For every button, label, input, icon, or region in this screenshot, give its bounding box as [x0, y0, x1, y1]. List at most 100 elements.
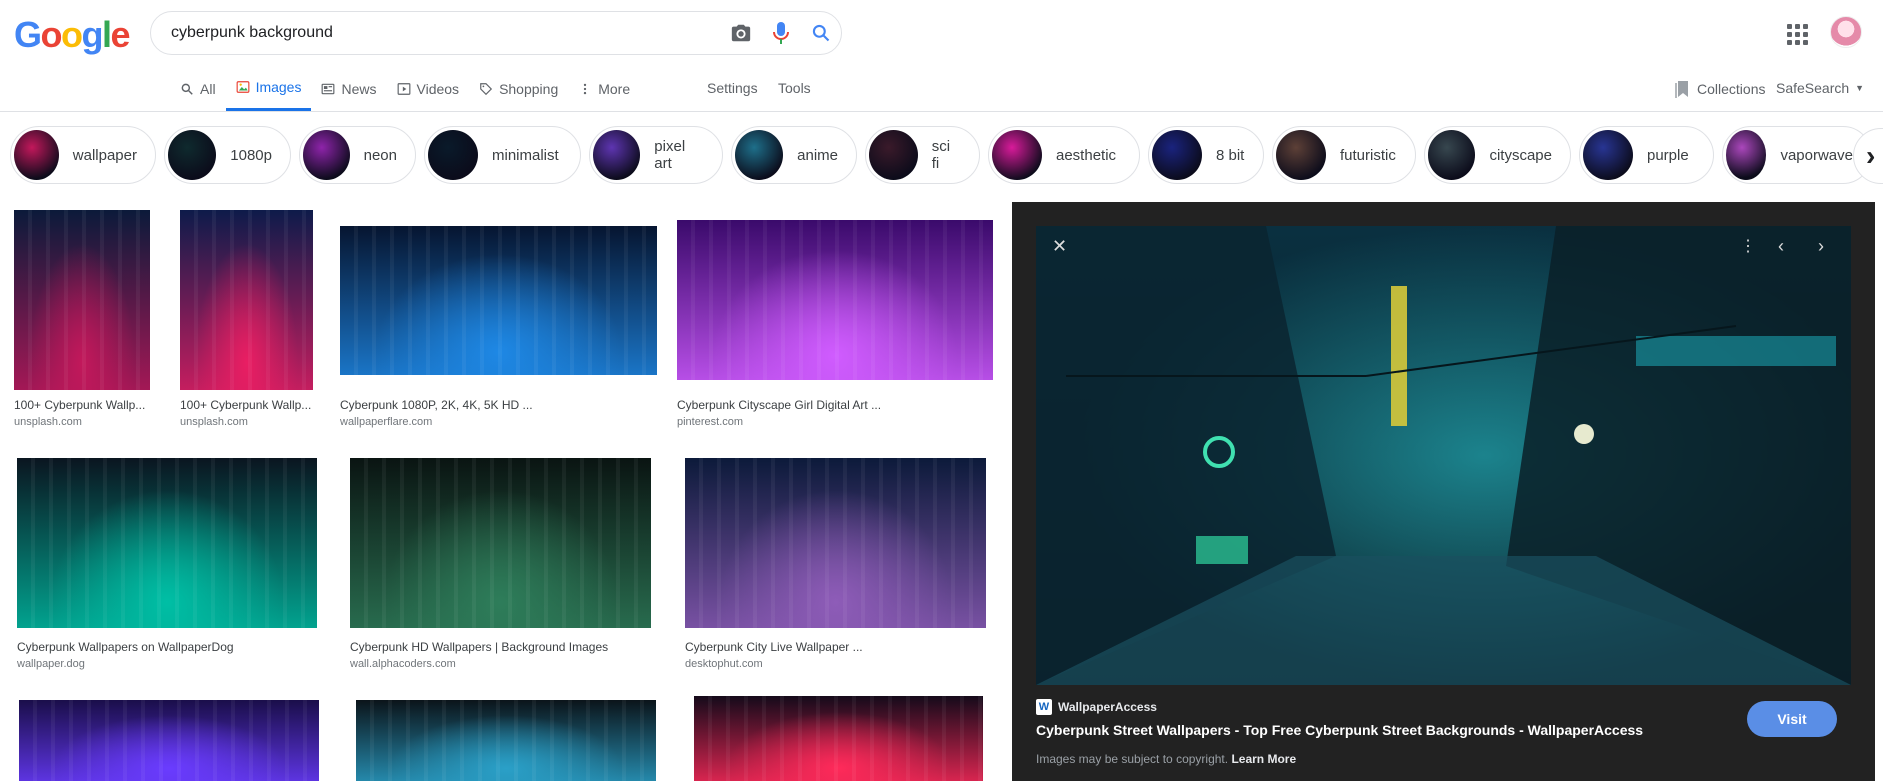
result-image[interactable]	[180, 210, 313, 390]
chip-vaporwave[interactable]: vaporwave	[1722, 126, 1872, 184]
chip-label: wallpaper	[72, 146, 137, 164]
result-title[interactable]: Cyberpunk City Live Wallpaper ...	[685, 640, 863, 654]
chip-purple[interactable]: purple	[1579, 126, 1714, 184]
logo-letter: o	[61, 14, 83, 55]
news-icon	[321, 82, 335, 96]
result-title[interactable]: Cyberpunk 1080P, 2K, 4K, 5K HD ...	[340, 398, 533, 412]
tab-label: Shopping	[499, 80, 559, 97]
chip-anime[interactable]: anime	[731, 126, 857, 184]
chevron-right-icon: ›	[1866, 140, 1876, 171]
chip-thumbnail	[14, 130, 59, 180]
google-logo[interactable]: Google	[14, 14, 131, 56]
chip-thumbnail	[992, 130, 1042, 180]
result-image[interactable]	[694, 696, 983, 781]
copyright-notice: Images may be subject to copyright. Lear…	[1036, 752, 1296, 766]
safesearch-label: SafeSearch	[1776, 80, 1850, 96]
chip-neon[interactable]: neon	[299, 126, 416, 184]
chip-futuristic[interactable]: futuristic	[1272, 126, 1416, 184]
result-title[interactable]: 100+ Cyberpunk Wallp...	[14, 398, 145, 412]
tools-link[interactable]: Tools	[778, 80, 811, 96]
result-image[interactable]	[356, 700, 656, 781]
caret-down-icon: ▼	[1855, 83, 1865, 93]
collections-link[interactable]: Collections	[1675, 80, 1765, 98]
site-name: WallpaperAccess	[1058, 700, 1157, 714]
camera-icon[interactable]	[721, 13, 761, 53]
chip-pixel-art[interactable]: pixel art	[589, 126, 723, 184]
tag-icon	[479, 82, 493, 96]
tab-all[interactable]: All	[170, 78, 226, 111]
copyright-text: Images may be subject to copyright.	[1036, 752, 1229, 766]
result-image[interactable]	[350, 458, 651, 628]
result-image[interactable]	[17, 458, 317, 628]
chip-label: cityscape	[1489, 146, 1552, 164]
preview-title[interactable]: Cyberpunk Street Wallpapers - Top Free C…	[1036, 722, 1643, 738]
search-box[interactable]: cyberpunk background	[150, 11, 842, 55]
search-input[interactable]: cyberpunk background	[171, 24, 721, 42]
tab-label: Images	[255, 79, 302, 95]
chip-thumbnail	[1276, 130, 1326, 180]
visit-button[interactable]: Visit	[1747, 701, 1837, 737]
tab-label: More	[598, 80, 631, 97]
microphone-icon[interactable]	[761, 13, 801, 53]
image-icon	[236, 80, 250, 94]
tab-shopping[interactable]: Shopping	[469, 78, 568, 111]
result-title[interactable]: 100+ Cyberpunk Wallp...	[180, 398, 311, 412]
tab-videos[interactable]: Videos	[387, 78, 470, 111]
chip-label: pixel art	[654, 138, 686, 172]
tab-images[interactable]: Images	[225, 78, 312, 111]
tab-label: All	[200, 80, 216, 97]
tab-more[interactable]: More	[568, 78, 640, 111]
chip-sci-fi[interactable]: sci fi	[865, 126, 980, 184]
settings-link[interactable]: Settings	[707, 80, 758, 96]
result-source: wallpaper.dog	[17, 658, 85, 670]
tab-label: Videos	[416, 80, 460, 97]
chip-thumbnail	[735, 130, 784, 180]
chip-minimalist[interactable]: minimalist	[424, 126, 581, 184]
result-image[interactable]	[19, 700, 319, 781]
search-icon	[180, 82, 194, 96]
logo-letter: e	[110, 14, 131, 55]
chip-label: 8 bit	[1216, 146, 1245, 164]
learn-more-link[interactable]: Learn More	[1231, 752, 1296, 766]
safesearch-menu[interactable]: SafeSearch ▼	[1776, 80, 1864, 96]
tab-news[interactable]: News	[311, 78, 386, 111]
chip-1080p[interactable]: 1080p	[164, 126, 291, 184]
chevron-right-icon[interactable]: ›	[1818, 236, 1824, 257]
result-image[interactable]	[14, 210, 150, 390]
result-image[interactable]	[677, 220, 993, 380]
more-vert-icon[interactable]: ⋮	[1740, 236, 1756, 256]
chip-8-bit[interactable]: 8 bit	[1148, 126, 1264, 184]
header: Google cyberpunk background All Images New…	[0, 0, 1883, 112]
result-image[interactable]	[685, 458, 986, 628]
chip-label: minimalist	[492, 146, 559, 164]
chip-aesthetic[interactable]: aesthetic	[988, 126, 1140, 184]
result-title[interactable]: Cyberpunk Cityscape Girl Digital Art ...	[677, 398, 881, 412]
site-favicon: W	[1036, 699, 1052, 715]
chip-wallpaper[interactable]: wallpaper	[10, 126, 156, 184]
chip-thumbnail	[428, 130, 478, 180]
related-chips: wallpaper 1080p neon minimalist pixel art ani…	[10, 126, 1872, 184]
bookmark-icon	[1675, 81, 1688, 98]
preview-site[interactable]: W WallpaperAccess	[1036, 699, 1157, 715]
chip-label: aesthetic	[1056, 146, 1117, 164]
search-icon[interactable]	[801, 13, 841, 53]
chip-cityscape[interactable]: cityscape	[1424, 126, 1571, 184]
chip-label: vaporwave	[1780, 146, 1853, 164]
result-source: pinterest.com	[677, 416, 744, 428]
close-icon[interactable]: ✕	[1052, 236, 1067, 257]
apps-grid-icon[interactable]	[1785, 22, 1809, 46]
chip-label: 1080p	[230, 146, 272, 164]
avatar[interactable]	[1830, 16, 1862, 48]
chip-thumbnail	[593, 130, 641, 180]
chip-label: sci fi	[931, 138, 951, 172]
chevron-left-icon[interactable]: ‹	[1778, 236, 1784, 257]
result-image[interactable]	[340, 226, 657, 375]
more-vert-icon	[578, 82, 592, 96]
logo-letter: o	[40, 14, 63, 55]
logo-letter: l	[102, 14, 112, 55]
preview-image[interactable]	[1036, 226, 1851, 685]
result-title[interactable]: Cyberpunk HD Wallpapers | Background Ima…	[350, 640, 608, 654]
chip-thumbnail	[1583, 130, 1633, 180]
result-title[interactable]: Cyberpunk Wallpapers on WallpaperDog	[17, 640, 234, 654]
chip-thumbnail	[1152, 130, 1202, 180]
